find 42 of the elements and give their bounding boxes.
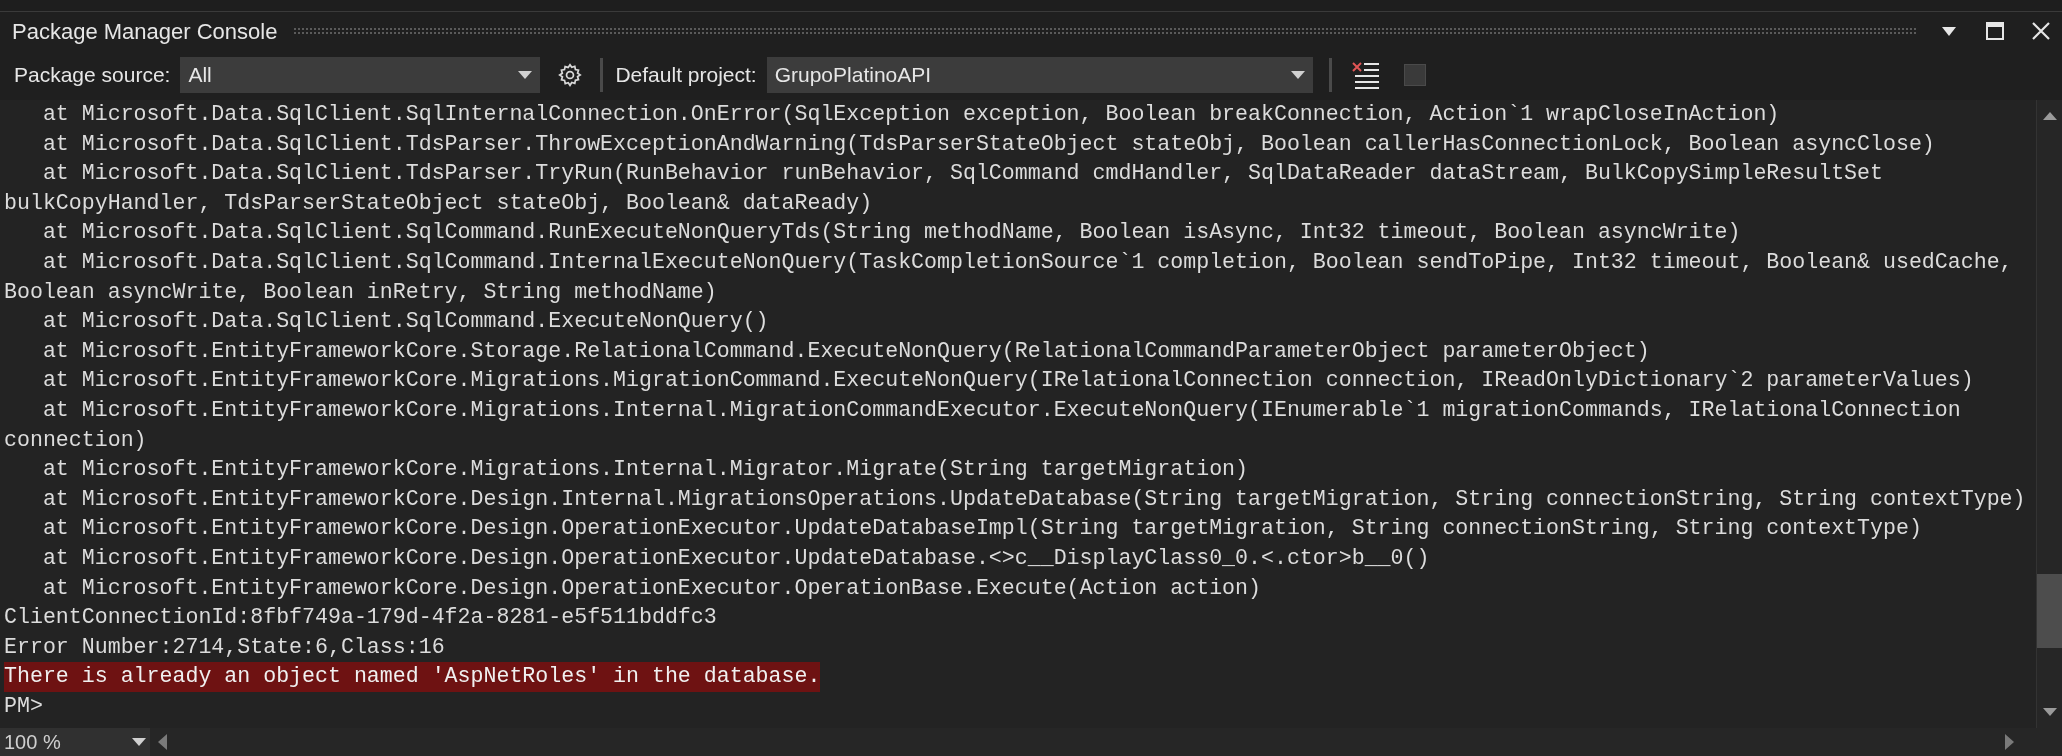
scroll-thumb[interactable] [2037,574,2062,648]
console-line: at Microsoft.EntityFrameworkCore.Design.Internal.MigrationsOperations.UpdateDatabase(String targetMigration, String connectionString, String contextType) [41,485,2027,513]
console-line: at Microsoft.EntityFrameworkCore.Design.OperationExecutor.UpdateDatabaseImpl(String targetMigration, String connectionString, String contextType) [41,515,1923,543]
console-line: Boolean asyncWrite, Boolean inRetry, String methodName) [4,278,718,306]
console-line: at Microsoft.Data.SqlClient.TdsParser.TryRun(RunBehavior runBehavior, SqlCommand cmdHandler, SqlDataReader dataStream, BulkCopySimpleResultSet [41,160,1884,188]
console-line: at Microsoft.EntityFrameworkCore.Design.OperationExecutor.OperationBase.Execute(Action action) [41,574,1262,602]
scroll-down-icon [2042,708,2057,716]
scroll-up-icon [2042,112,2057,120]
console-line: at Microsoft.Data.SqlClient.SqlCommand.ExecuteNonQuery() [41,308,770,336]
console-line: at Microsoft.Data.SqlClient.TdsParser.ThrowExceptionAndWarning(TdsParserStateObject stateObj, Boolean callerHasConnectionLock, Boolean asyncClose) [41,130,1936,158]
console-line: at Microsoft.Data.SqlClient.SqlCommand.RunExecuteNonQueryTds(String methodName, Boolean isAsync, Int32 timeout, Boolean asyncWrite) [41,219,1742,247]
console-line: at Microsoft.EntityFrameworkCore.Migrations.Internal.MigrationCommandExecutor.ExecuteNonQuery(IEnumerable`1 migrationCommands, IRelationalConnection [41,396,1962,424]
scroll-right-icon [2005,734,2014,750]
clear-console-icon [1350,61,1381,89]
caret-icon [132,738,146,746]
settings-icon [557,62,584,88]
zoom-dropdown[interactable]: 100 % [0,728,150,756]
console-line: at Microsoft.Data.SqlClient.SqlCommand.InternalExecuteNonQuery(TaskCompletionSource`1 completion, Boolean sendToPipe, Int32 timeout, Boolean& usedCache, [41,248,2014,276]
console-line: ClientConnectionId:8fbf749a-179d-4f2a-8281-e5f511bddfc3 [4,604,718,632]
console-line: connection) [4,426,148,454]
error-message: There is already an object named 'AspNetRoles' in the database. [4,662,821,692]
horizontal-scrollbar[interactable] [150,728,2062,756]
package-source-label: Package source: [14,62,171,89]
console-line: at Microsoft.Data.SqlClient.SqlInternalConnection.OnError(SqlException exception, Boolean breakConnection, Action`1 wrapCloseInAction) [41,101,1781,128]
console-line: at Microsoft.EntityFrameworkCore.Design.OperationExecutor.UpdateDatabase.<>c__DisplayClass0_0.<.ctor>b__0() [41,544,1431,572]
package-source-dropdown[interactable]: All [180,57,541,93]
caret-icon [518,71,533,79]
console-line: at Microsoft.EntityFrameworkCore.Storage.RelationalCommand.ExecuteNonQuery(RelationalCommandParameterObject parameterObject) [41,337,1651,365]
console-line: bulkCopyHandler, TdsParserStateObject stateObj, Boolean& dataReady) [4,189,874,217]
vertical-scrollbar[interactable] [2036,100,2062,728]
caret-icon [1290,71,1305,79]
console-prompt: PM> [4,692,44,720]
close-icon [2032,22,2050,40]
console-line: at Microsoft.EntityFrameworkCore.Migrations.MigrationCommand.ExecuteNonQuery(IRelationalConnection connection, IReadOnlyDictionary`2 parameterValues) [41,367,1975,395]
maximize-icon [1986,22,2004,40]
caret-icon [1942,26,1956,36]
default-project-label: Default project: [615,62,757,89]
console-line: at Microsoft.EntityFrameworkCore.Migrations.Internal.Migrator.Migrate(String targetMigration) [41,456,1249,484]
scroll-left-icon [158,734,167,750]
console-line: Error Number:2714,State:6,Class:16 [4,633,446,661]
default-project-dropdown[interactable]: GrupoPlatinoAPI [766,57,1313,93]
window-title: Package Manager Console [12,17,278,46]
